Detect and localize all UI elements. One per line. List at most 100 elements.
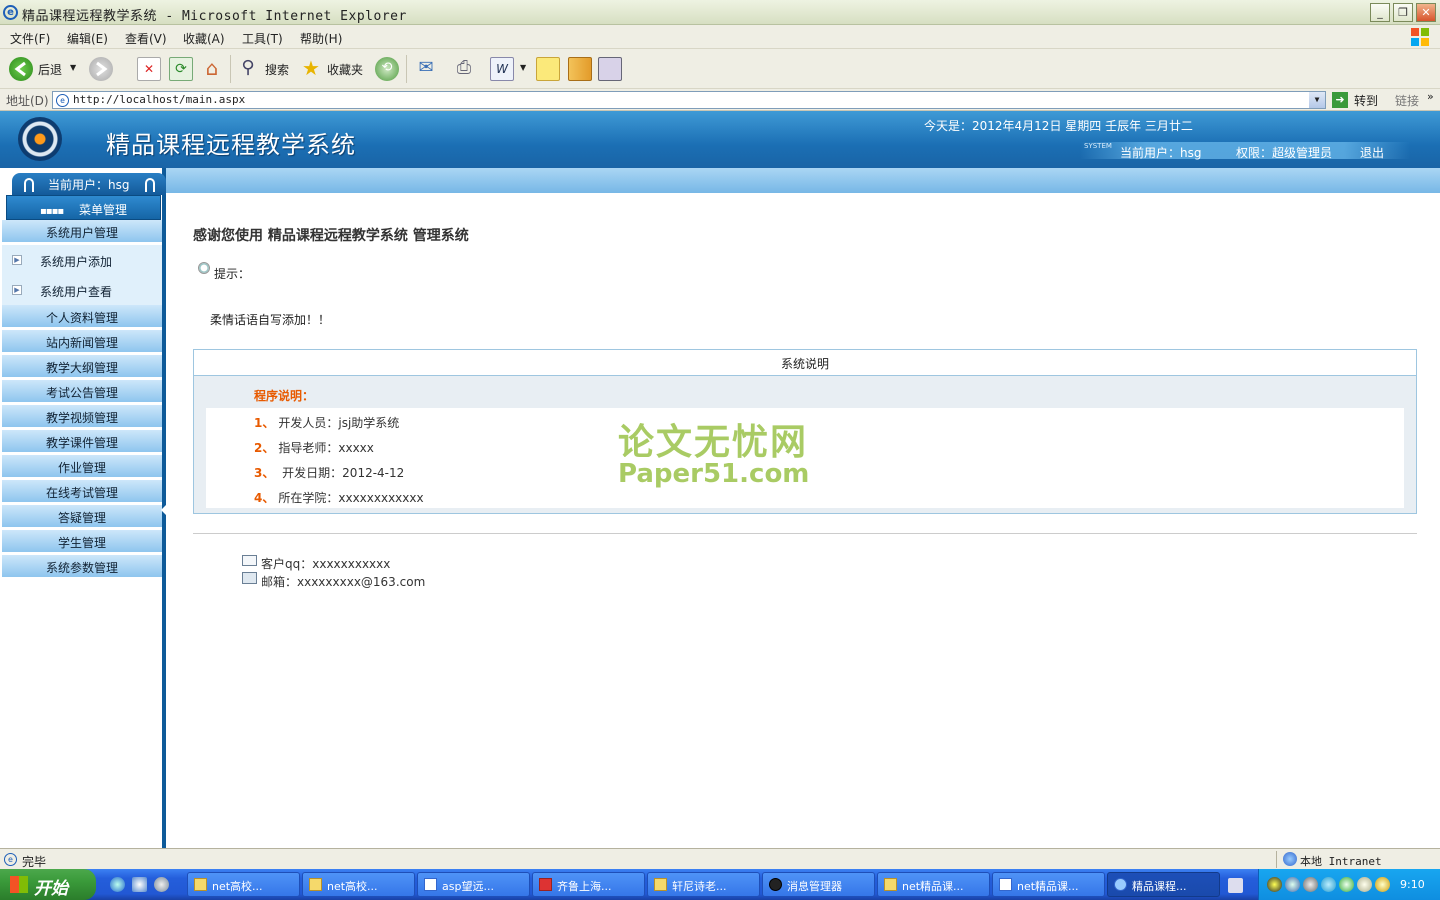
history-icon[interactable]: ⟲ [375,57,399,81]
address-url: http://localhost/main.aspx [73,93,246,106]
logout-link[interactable]: 退出 [1360,144,1384,161]
address-dropdown-icon[interactable]: ▼ [1309,92,1325,108]
favorites-star-icon[interactable]: ★ [299,57,323,81]
document-icon [424,878,437,891]
expand-arrow-icon: ▶ [12,255,22,265]
system-name: 精品课程远程教学系统 [106,131,356,159]
taskbar-item[interactable]: net高校... [302,872,415,897]
sidebar-group-profile[interactable]: 个人资料管理 [2,305,162,328]
sidebar-group-system-user[interactable]: 系统用户管理 [2,220,162,243]
research-icon[interactable] [568,57,592,81]
links-button[interactable]: 链接 [1395,92,1419,109]
forward-arrow-icon[interactable] [89,57,113,81]
print-icon[interactable]: ⎙ [452,57,476,81]
discuss-icon[interactable] [536,57,560,81]
status-text: 完毕 [22,855,47,869]
messenger-icon[interactable] [598,57,622,81]
back-button[interactable]: 后退 [38,61,62,78]
folder-icon [884,878,897,891]
sidebar-group-exam-notice[interactable]: 考试公告管理 [2,380,162,403]
explanation-title: 系统说明 [194,350,1416,376]
search-button[interactable]: 搜索 [265,61,289,78]
tray-update-icon[interactable] [1339,877,1354,892]
grid-icon: ▪▪▪▪ [40,206,64,217]
menu-view[interactable]: 查看(V) [125,30,167,47]
security-zone: 本地 Intranet [1300,855,1382,868]
back-arrow-icon[interactable] [9,57,33,81]
qq-icon [769,878,782,891]
restore-button[interactable]: ❐ [1393,3,1413,22]
close-button[interactable]: ✕ [1416,3,1436,22]
taskbar-item[interactable]: 轩尼诗老... [647,872,760,897]
quicklaunch-ie-icon[interactable] [110,877,125,892]
stop-icon[interactable]: ✕ [137,57,161,81]
tray-network-icon[interactable] [1285,877,1300,892]
header-current-user: 当前用户：hsg [1120,146,1202,160]
sidebar-group-video[interactable]: 教学视频管理 [2,405,162,428]
tray-app-icon[interactable] [1303,877,1318,892]
tray-device-icon[interactable] [1357,877,1372,892]
windows-flag-icon [10,876,28,893]
sidebar-collapse-arrow-icon[interactable] [161,505,166,515]
word-edit-icon[interactable]: W [490,57,514,81]
sidebar-item-user-add[interactable]: ▶ 系统用户添加 [2,245,162,275]
tip-label: 提示： [214,267,251,281]
minimize-button[interactable]: _ [1370,3,1390,22]
tray-qq-icon[interactable] [1267,877,1282,892]
sidebar-item-user-view[interactable]: ▶ 系统用户查看 [2,275,162,305]
address-input[interactable]: e http://localhost/main.aspx ▼ [52,91,1326,109]
edit-dropdown-icon[interactable]: ▼ [520,63,526,72]
keyboard-icon[interactable] [1228,878,1243,893]
taskbar-item[interactable]: net高校... [187,872,300,897]
taskbar-item[interactable]: net精品课... [992,872,1105,897]
refresh-icon[interactable]: ⟳ [169,57,193,81]
go-button[interactable]: 转到 [1354,92,1378,109]
quicklaunch-ie2-icon[interactable] [132,877,147,892]
divider [193,533,1417,534]
toolbar: 后退 ▼ ✕ ⟳ ⌂ ⚲ 搜索 ★ 收藏夹 ⟲ ✉ ⎙ W ▼ [0,49,1440,89]
sidebar-group-news[interactable]: 站内新闻管理 [2,330,162,353]
home-icon[interactable]: ⌂ [200,57,224,81]
mail-icon[interactable]: ✉ [414,57,438,81]
go-arrow-icon[interactable]: ➜ [1332,92,1348,108]
sidebar-group-online-exam[interactable]: 在线考试管理 [2,480,162,503]
taskbar-item[interactable]: 消息管理器 [762,872,875,897]
links-chevron-icon[interactable]: » [1427,90,1434,103]
sidebar-group-qa[interactable]: 答疑管理 [2,505,162,528]
info-row: 2、 指导老师：xxxxx [254,441,374,455]
clock: 9:10 [1400,878,1425,891]
sidebar-item-label: 系统用户查看 [40,285,113,299]
back-dropdown-icon[interactable]: ▼ [70,63,76,72]
menu-management-header[interactable]: ▪▪▪▪ 菜单管理 [6,195,161,220]
start-button[interactable]: 开始 [0,869,96,900]
taskbar-item-active[interactable]: 精品课程... [1107,872,1220,897]
tray-shield-icon[interactable] [1375,877,1390,892]
quicklaunch-media-icon[interactable] [154,877,169,892]
contact-email: 邮箱：xxxxxxxxx@163.com [261,575,426,589]
sidebar-current-user: 当前用户：hsg [12,173,166,195]
taskbar-item[interactable]: asp望远... [417,872,530,897]
sidebar-group-syllabus[interactable]: 教学大纲管理 [2,355,162,378]
sidebar-group-params[interactable]: 系统参数管理 [2,555,162,578]
watermark-chinese: 论文无忧网 [618,421,809,463]
menu-edit[interactable]: 编辑(E) [67,30,108,47]
taskbar-item[interactable]: net精品课... [877,872,990,897]
envelope-icon [242,555,257,566]
search-icon[interactable]: ⚲ [236,57,260,81]
address-bar: 地址(D) e http://localhost/main.aspx ▼ ➜ 转… [0,89,1440,111]
menu-tools[interactable]: 工具(T) [242,30,283,47]
window-title-bar[interactable]: e 精品课程远程教学系统 - Microsoft Internet Explor… [0,0,1440,25]
menu-help[interactable]: 帮助(H) [300,30,342,47]
sidebar-item-label: 系统用户添加 [40,255,113,269]
info-row: 1、 开发人员：jsj助学系统 [254,416,400,430]
favorites-button[interactable]: 收藏夹 [327,61,363,78]
info-row: 4、 所在学院：xxxxxxxxxxxx [254,491,424,505]
menu-favorites[interactable]: 收藏(A) [183,30,225,47]
menu-file[interactable]: 文件(F) [10,30,50,47]
tray-globe-icon[interactable] [1321,877,1336,892]
sidebar-group-courseware[interactable]: 教学课件管理 [2,430,162,453]
sidebar-group-homework[interactable]: 作业管理 [2,455,162,478]
sidebar-group-students[interactable]: 学生管理 [2,530,162,553]
taskbar-item[interactable]: 齐鲁上海... [532,872,645,897]
address-label: 地址(D) [6,94,49,108]
